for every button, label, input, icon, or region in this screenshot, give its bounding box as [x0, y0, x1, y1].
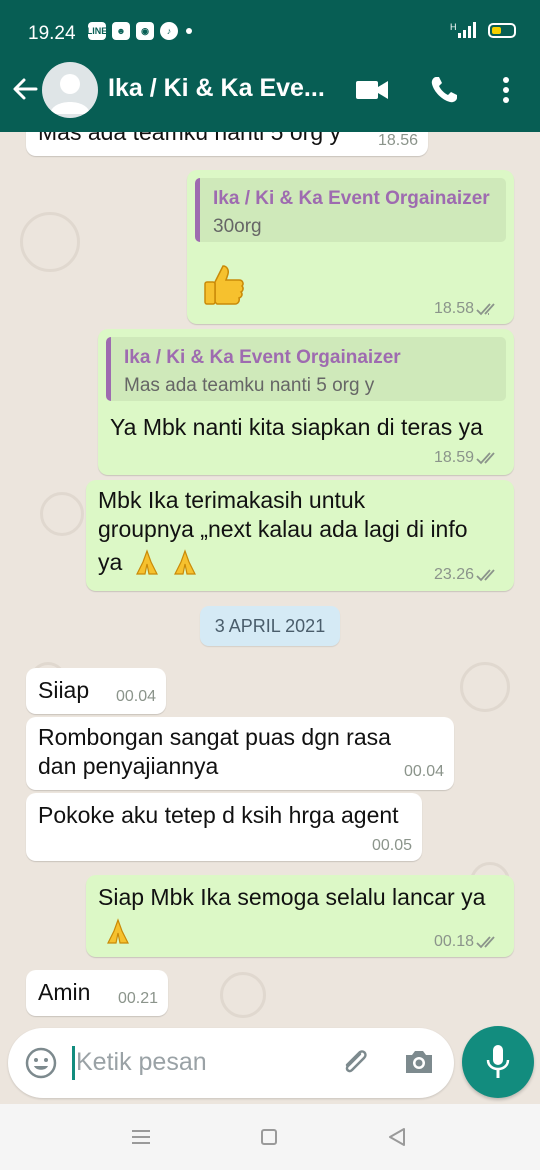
incoming-message[interactable]: Amin 00.21 [26, 970, 168, 1016]
back-arrow-icon[interactable] [10, 74, 40, 104]
message-text-line: ya [98, 548, 199, 577]
read-ticks-icon [476, 452, 495, 465]
wallpaper-doodle [220, 972, 266, 1018]
read-ticks-icon [476, 936, 495, 949]
message-time: 18.59 [433, 449, 474, 466]
notification-icon: ☻ [112, 22, 130, 40]
message-text: Mas ada teamku nanti 5 org y [38, 132, 341, 145]
thumbs-up-emoji-icon [204, 265, 244, 305]
recent-apps-icon[interactable] [130, 1128, 152, 1146]
wallpaper-doodle [20, 212, 80, 272]
more-options-icon[interactable] [494, 74, 518, 106]
chat-header: Ika / Ki & Ka Eve... [0, 48, 540, 132]
avatar[interactable] [42, 62, 98, 118]
message-time: 00.04 [403, 763, 444, 780]
chat-area[interactable]: Mas ada teamku nanti 5 org y 18.56 Ika /… [0, 132, 540, 1024]
wallpaper-doodle [40, 492, 84, 536]
signal-icon: H [450, 22, 476, 38]
chat-title[interactable]: Ika / Ki & Ka Eve... [108, 74, 325, 103]
incoming-message[interactable]: Mas ada teamku nanti 5 org y 18.56 [26, 132, 428, 156]
read-ticks-icon [476, 303, 495, 316]
message-text: Amin [38, 979, 91, 1005]
message-time: 18.58 [433, 300, 474, 317]
network-type-label: H [450, 22, 457, 32]
quoted-author: Ika / Ki & Ka Event Orgainaizer [124, 347, 401, 368]
message-time: 00.18 [433, 933, 474, 950]
outgoing-message[interactable]: Mbk Ika terimakasih untuk groupnya „next… [86, 480, 514, 591]
camera-icon[interactable] [402, 1046, 436, 1078]
outgoing-message[interactable]: Ika / Ki & Ka Event Orgainaizer 30org 18… [187, 170, 514, 324]
wallpaper-doodle [460, 662, 510, 712]
message-composer [8, 1028, 454, 1098]
default-avatar-icon [50, 74, 90, 114]
outgoing-message[interactable]: Ika / Ki & Ka Event Orgainaizer Mas ada … [98, 329, 514, 475]
message-text: Ya Mbk nanti kita siapkan di teras ya [110, 414, 483, 440]
message-text-line: Rombongan sangat puas dgn rasa [38, 724, 391, 750]
more-notifications-dot [186, 28, 192, 34]
outgoing-message[interactable]: Siap Mbk Ika semoga selalu lancar ya 00.… [86, 875, 514, 957]
message-time: 18.56 [377, 132, 418, 149]
message-input[interactable] [76, 1042, 326, 1082]
voice-message-button[interactable] [462, 1026, 534, 1098]
system-navigation-bar [0, 1104, 540, 1170]
microphone-icon [486, 1045, 510, 1078]
message-text-line: dan penyajiannya [38, 753, 219, 779]
status-notification-icons: LINE ☻ ◉ ♪ [87, 22, 192, 40]
message-time: 23.26 [433, 566, 474, 583]
line-app-icon: LINE [87, 22, 107, 40]
quoted-text: Mas ada teamku nanti 5 org y [124, 375, 375, 396]
text-cursor [72, 1046, 75, 1080]
voice-call-icon[interactable] [428, 74, 460, 106]
quoted-author: Ika / Ki & Ka Event Orgainaizer [213, 188, 490, 209]
message-text: Siiap [38, 677, 90, 703]
attachment-icon[interactable] [338, 1046, 372, 1080]
system-back-icon[interactable] [386, 1126, 408, 1148]
status-bar: 19.24 LINE ☻ ◉ ♪ H [0, 0, 540, 48]
home-icon[interactable] [260, 1128, 278, 1146]
incoming-message[interactable]: Siiap 00.04 [26, 668, 166, 714]
incoming-message[interactable]: Rombongan sangat puas dgn rasa dan penya… [26, 717, 454, 790]
date-separator: 3 APRIL 2021 [200, 606, 340, 646]
folded-hands-emoji-icon [135, 549, 158, 575]
folded-hands-emoji-icon [174, 549, 197, 575]
message-text: Pokoke aku tetep d ksih hrga agent [38, 802, 399, 828]
status-right-icons: H [450, 20, 516, 40]
quoted-reply[interactable]: Ika / Ki & Ka Event Orgainaizer 30org [195, 178, 506, 242]
quoted-text: 30org [213, 216, 262, 237]
status-time: 19.24 [28, 23, 76, 44]
message-text-tail: ya [98, 549, 123, 575]
message-time: 00.21 [117, 990, 158, 1007]
emoji-icon[interactable] [24, 1046, 58, 1080]
read-ticks-icon [476, 569, 495, 582]
battery-icon [488, 22, 516, 38]
message-time: 00.04 [115, 688, 156, 705]
message-time: 00.05 [371, 837, 412, 854]
incoming-message[interactable]: Pokoke aku tetep d ksih hrga agent 00.05 [26, 793, 422, 861]
message-text-line: groupnya „next kalau ada lagi di info [98, 516, 468, 542]
browser-icon: ◉ [136, 22, 154, 40]
tiktok-icon: ♪ [160, 22, 178, 40]
video-call-icon[interactable] [354, 76, 390, 104]
quoted-reply[interactable]: Ika / Ki & Ka Event Orgainaizer Mas ada … [106, 337, 506, 401]
message-text: Siap Mbk Ika semoga selalu lancar ya [98, 884, 486, 910]
folded-hands-emoji-icon [107, 918, 129, 944]
message-text-line: Mbk Ika terimakasih untuk [98, 487, 366, 513]
